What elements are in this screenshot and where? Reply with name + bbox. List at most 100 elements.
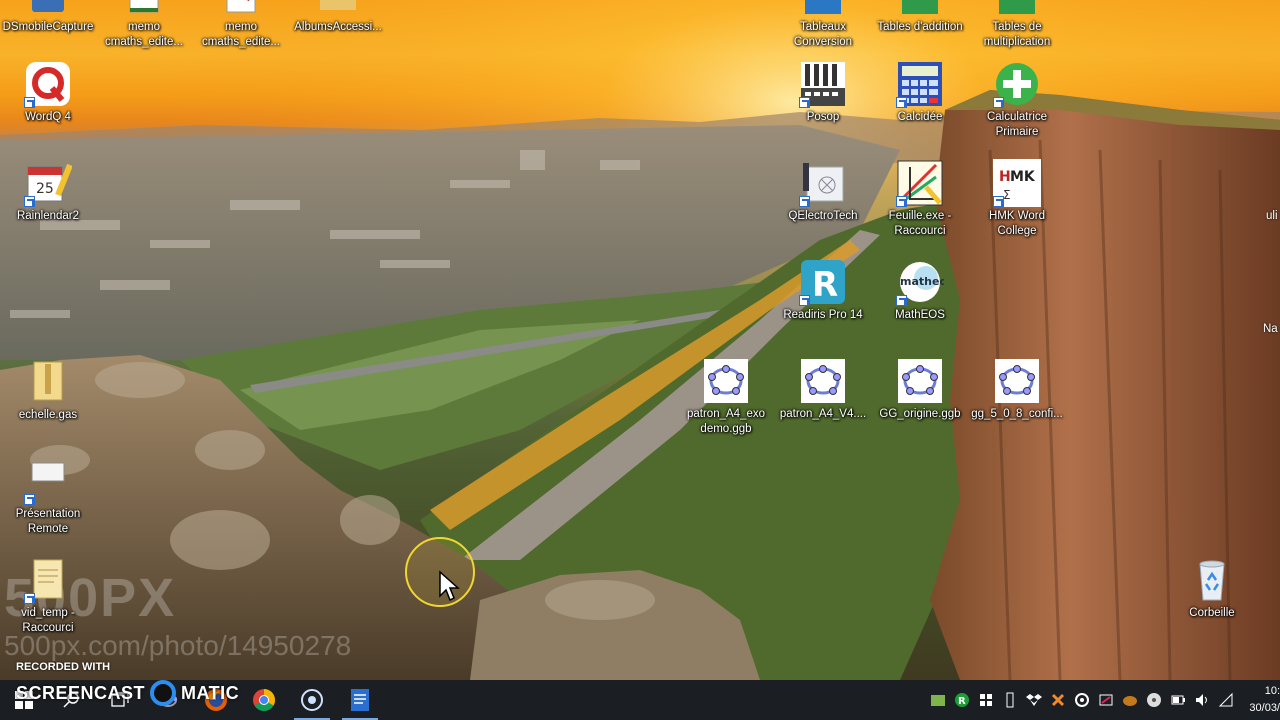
tray-dropbox[interactable]	[1022, 680, 1046, 720]
shortcut-arrow-icon	[993, 196, 1004, 207]
desktop-icon-patron-exo-demo[interactable]: patron_A4_exo demo.ggb	[678, 357, 774, 437]
readiris-icon: R	[799, 258, 847, 306]
tray-network[interactable]	[1214, 680, 1238, 720]
desktop-icon-albumsaccessi[interactable]: AlbumsAccessi...	[290, 0, 386, 35]
desktop-icon-patron-v4[interactable]: patron_A4_V4....	[775, 357, 871, 422]
desktop-icon-qelectrotech[interactable]: QElectroTech	[775, 159, 871, 224]
svg-text:R: R	[812, 265, 838, 305]
taskbar-clock[interactable]: 10: 30/03/	[1238, 683, 1280, 717]
shortcut-arrow-icon	[799, 196, 810, 207]
desktop-icon-gg-508-confi[interactable]: gg_5_0_8_confi...	[969, 357, 1065, 422]
table-app-icon	[896, 0, 944, 18]
shortcut-arrow-icon	[896, 97, 907, 108]
settings-icon	[1075, 693, 1089, 707]
mouse-pointer-icon	[439, 570, 460, 602]
system-tray: R 10: 30/03/	[926, 680, 1280, 720]
desktop-icon-label: GG_origine.ggb	[879, 408, 961, 420]
shortcut-arrow-icon	[896, 295, 907, 306]
tray-battery[interactable]	[1166, 680, 1190, 720]
shield-icon	[980, 694, 992, 706]
desktop-icon-memo-cmaths-1[interactable]: memo cmaths_edite...	[96, 0, 192, 50]
desktop-icon-corbeille[interactable]: Corbeille	[1164, 556, 1260, 621]
desktop-icon-tables-addition[interactable]: Tables d'addition	[872, 0, 968, 35]
screencast-icon	[301, 689, 323, 711]
svg-text:MK: MK	[1010, 169, 1036, 185]
network-icon	[1218, 692, 1233, 707]
taskbar-app-chrome[interactable]	[240, 680, 288, 720]
geogebra-file-icon	[896, 357, 944, 405]
tray-geany[interactable]	[926, 680, 950, 720]
desktop-icon-label: AlbumsAccessi...	[294, 21, 382, 33]
battery-icon	[1171, 695, 1185, 705]
desktop-icon-calcidee[interactable]: Calcidée	[872, 60, 968, 125]
desktop-icon-tables-multiplication[interactable]: Tables de multiplication	[969, 0, 1065, 50]
tray-tablet[interactable]	[1094, 680, 1118, 720]
desktop-icon-echelle[interactable]: echelle.gas	[0, 358, 96, 423]
desktop-icon-label: Readiris Pro 14	[783, 309, 863, 321]
desktop-icon-label: DSmobileCapture	[2, 21, 94, 33]
recorded-with-text: RECORDED WITH	[16, 661, 111, 673]
desktop-icon-vid-temp[interactable]: vid_temp - Raccourci	[0, 556, 96, 636]
desktop-icon-gg-origine[interactable]: GG_origine.ggb	[872, 357, 968, 422]
tray-usb[interactable]	[998, 680, 1022, 720]
matheos-icon: matheos	[896, 258, 944, 306]
folder-icon	[314, 0, 362, 18]
shortcut-arrow-icon	[896, 196, 907, 207]
desktop-icon-presentation-remote[interactable]: Présentation Remote	[0, 457, 96, 537]
tray-shield[interactable]	[974, 680, 998, 720]
desktop-icon-hmk-word[interactable]: H MK Σ HMK Word College	[969, 159, 1065, 239]
tray-puzzle[interactable]	[1046, 680, 1070, 720]
chrome-icon	[253, 689, 275, 711]
puzzle-icon	[1051, 693, 1065, 707]
tray-disc[interactable]	[1142, 680, 1166, 720]
desktop-icon-memo-cmaths-2[interactable]: memo cmaths_edite...	[193, 0, 289, 50]
desktop-icon-tableaux-conversion[interactable]: Tableaux Conversion	[775, 0, 871, 50]
desktop-icon-posop[interactable]: Posop	[775, 60, 871, 125]
shortcut-arrow-icon	[24, 593, 35, 604]
clock-time: 10:	[1264, 685, 1280, 697]
table-app-icon	[799, 0, 847, 18]
app-icon	[1123, 696, 1137, 706]
tray-app[interactable]	[1118, 680, 1142, 720]
desktop-icon-feuille[interactable]: Feuille.exe - Raccourci	[872, 159, 968, 239]
calendar-icon: 25	[24, 159, 72, 207]
document-icon	[120, 0, 168, 18]
folder-shortcut-icon	[24, 556, 72, 604]
taskbar-app-screencast[interactable]	[288, 680, 336, 720]
desktop-icon-label: memo cmaths_edite...	[105, 21, 183, 48]
calculator-icon	[896, 60, 944, 108]
svg-text:25: 25	[36, 181, 54, 197]
desktop-icon-matheos[interactable]: matheos MathEOS	[872, 258, 968, 323]
tray-r[interactable]: R	[950, 680, 974, 720]
geogebra-file-icon	[702, 357, 750, 405]
posop-icon	[799, 60, 847, 108]
desktop-icon-dsmobilecapture[interactable]: DSmobileCapture	[0, 0, 96, 35]
usb-icon	[1006, 692, 1014, 708]
clock-date: 30/03/	[1249, 702, 1280, 714]
desktop-icon-label: MathEOS	[895, 309, 945, 321]
tray-settings[interactable]	[1070, 680, 1094, 720]
desktop-icon-label: Tableaux Conversion	[793, 21, 853, 48]
wordq-icon	[24, 60, 72, 108]
brand-left-text: SCREENCAST	[16, 682, 146, 703]
document-icon	[351, 689, 369, 711]
shortcut-arrow-icon	[993, 97, 1004, 108]
tray-volume[interactable]	[1190, 680, 1214, 720]
brand-right-text: MATIC	[181, 682, 240, 703]
volume-icon	[1196, 694, 1207, 706]
taskbar-app-document[interactable]	[336, 680, 384, 720]
desktop-icon-wordq[interactable]: WordQ 4	[0, 60, 96, 125]
desktop-icon-label: Corbeille	[1189, 607, 1235, 619]
document-icon	[217, 0, 265, 18]
desktop-icon-label: Calcidée	[897, 111, 943, 123]
desktop-icon-calculatrice-primaire[interactable]: Calculatrice Primaire	[969, 60, 1065, 140]
desktop-icon-readiris[interactable]: R Readiris Pro 14	[775, 258, 871, 323]
desktop-icon-label: patron_A4_exo demo.ggb	[686, 408, 765, 435]
desktop-icon-label-partial-uli[interactable]: uli	[1266, 210, 1278, 222]
desktop-icon-rainlendar[interactable]: 25 Rainlendar2	[0, 159, 96, 224]
desktop-icon-label: WordQ 4	[25, 111, 71, 123]
desktop-icon-label: vid_temp - Raccourci	[21, 607, 75, 634]
geany-icon	[931, 695, 945, 706]
desktop-icon-label: Présentation Remote	[15, 508, 81, 535]
desktop-icon-label-partial-na[interactable]: Na	[1263, 323, 1278, 335]
